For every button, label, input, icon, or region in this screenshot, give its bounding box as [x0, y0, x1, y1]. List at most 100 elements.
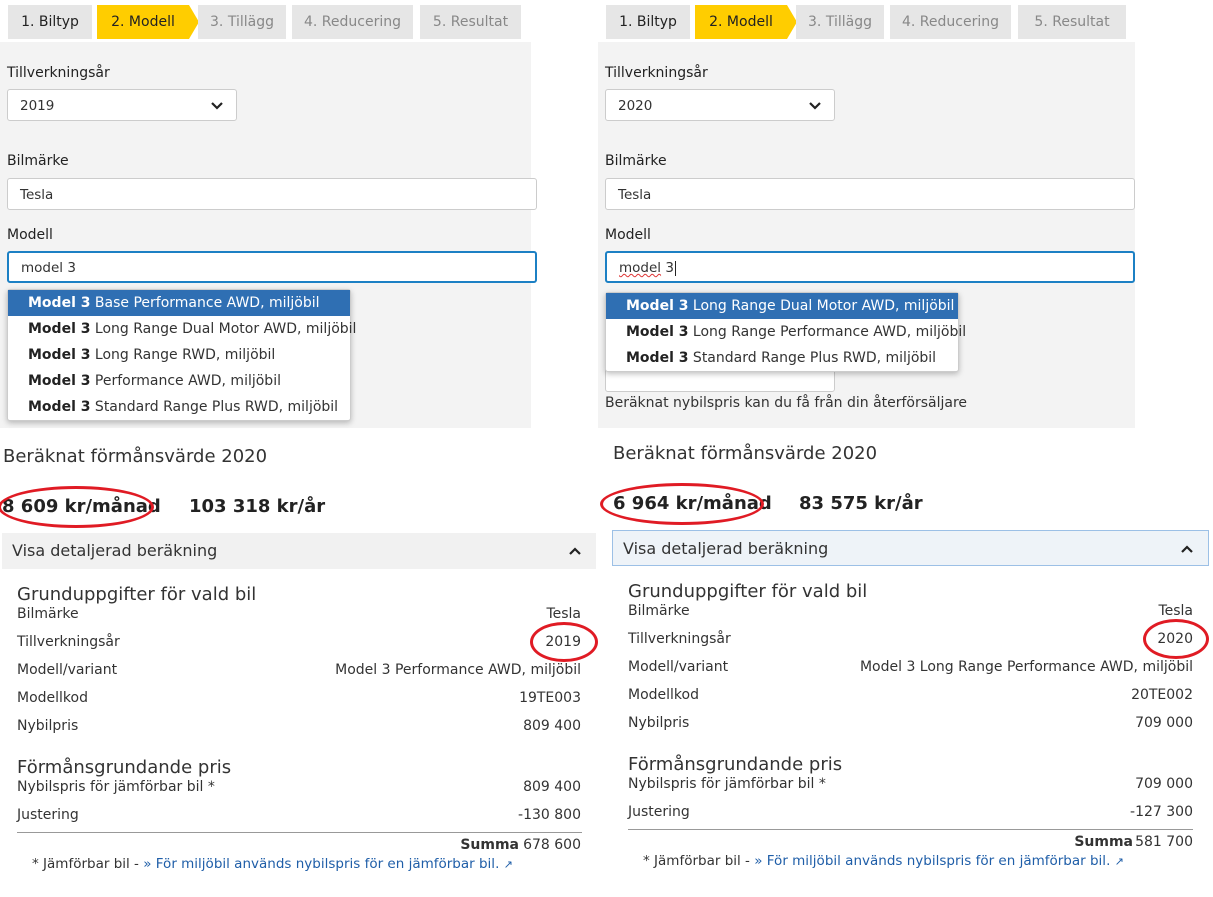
- model-label: Modell: [7, 227, 53, 243]
- row-label: Bilmärke: [628, 603, 690, 619]
- year-value: 2020: [618, 98, 653, 114]
- row-label: Modellkod: [628, 687, 699, 703]
- row-label: Justering: [17, 807, 79, 823]
- text-caret: [674, 260, 676, 276]
- row-value: 709 000: [1135, 715, 1193, 731]
- model-value-misspelled: model: [619, 260, 662, 276]
- row-value: -127 300: [1130, 804, 1193, 820]
- brand-value: Tesla: [618, 187, 652, 203]
- dropdown-option[interactable]: Model 3 Base Performance AWD, miljöbil: [8, 290, 350, 316]
- year-label: Tillverkningsår: [605, 65, 708, 81]
- result-title: Beräknat förmånsvärde 2020: [613, 443, 878, 464]
- step-resultat[interactable]: 5. Resultat: [420, 5, 521, 39]
- row-value: 709 000: [1135, 776, 1193, 792]
- row-value: 809 400: [523, 779, 581, 795]
- year-value: 2019: [20, 98, 55, 114]
- price-hint: Beräknat nybilspris kan du få från din å…: [605, 395, 968, 411]
- price-title: Förmånsgrundande pris: [628, 754, 843, 775]
- sum-value: 581 700: [1135, 834, 1193, 850]
- brand-input[interactable]: Tesla: [7, 178, 537, 210]
- dropdown-option[interactable]: Model 3 Standard Range Plus RWD, miljöbi…: [8, 394, 350, 420]
- yearly-value: 103 318 kr/år: [189, 496, 326, 517]
- row-value: -130 800: [518, 807, 581, 823]
- details-accordion[interactable]: Visa detaljerad beräkning: [612, 530, 1209, 566]
- model-value-rest: 3: [661, 260, 674, 276]
- chevron-down-icon: [808, 90, 822, 135]
- year-select[interactable]: 2020: [605, 89, 835, 121]
- step-biltyp[interactable]: 1. Biltyp: [8, 5, 92, 39]
- basic-data-title: Grunduppgifter för vald bil: [17, 584, 257, 605]
- external-link-icon: ↗: [503, 858, 513, 871]
- row-value: 809 400: [523, 718, 581, 734]
- row-value: Model 3 Long Range Performance AWD, milj…: [859, 659, 1193, 675]
- details-accordion[interactable]: Visa detaljerad beräkning: [2, 533, 596, 569]
- year-select[interactable]: 2019: [7, 89, 237, 121]
- step-resultat[interactable]: 5. Resultat: [1018, 5, 1126, 39]
- row-label: Bilmärke: [17, 606, 79, 622]
- annotation-ring: [600, 483, 764, 525]
- footnote: * Jämförbar bil - » För miljöbil används…: [32, 856, 513, 872]
- step-reducering[interactable]: 4. Reducering: [292, 5, 413, 39]
- row-value: Tesla: [1158, 603, 1193, 619]
- annotation-ring: [1143, 619, 1209, 659]
- model-dropdown: Model 3 Long Range Dual Motor AWD, miljö…: [605, 292, 966, 372]
- annotation-ring: [530, 622, 598, 662]
- dropdown-option[interactable]: Model 3 Performance AWD, miljöbil: [8, 368, 350, 394]
- step-modell[interactable]: 2. Modell: [97, 5, 199, 39]
- brand-label: Bilmärke: [605, 153, 667, 169]
- row-label: Modellkod: [17, 690, 88, 706]
- row-value: Model 3 Performance AWD, miljöbil: [335, 662, 581, 678]
- model-input[interactable]: model 3: [605, 251, 1135, 283]
- step-reducering[interactable]: 4. Reducering: [890, 5, 1011, 39]
- brand-label: Bilmärke: [7, 153, 69, 169]
- right-screenshot-panel: 1. Biltyp 2. Modell 3. Tillägg 4. Reduce…: [598, 0, 1213, 897]
- dropdown-option[interactable]: Model 3 Long Range RWD, miljöbil: [8, 342, 350, 368]
- row-label: Modell/variant: [17, 662, 118, 678]
- row-value: 19TE003: [519, 690, 581, 706]
- annotation-ring: [0, 486, 154, 528]
- row-label: Justering: [628, 804, 690, 820]
- row-label: Modell/variant: [628, 659, 729, 675]
- chevron-down-icon: [210, 90, 224, 135]
- chevron-up-icon: [1180, 531, 1194, 581]
- footnote: * Jämförbar bil - » För miljöbil används…: [643, 853, 1124, 869]
- dropdown-option[interactable]: Model 3 Long Range Dual Motor AWD, miljö…: [8, 316, 356, 342]
- step-modell[interactable]: 2. Modell: [695, 5, 797, 39]
- step-tillagg[interactable]: 3. Tillägg: [796, 5, 884, 39]
- left-screenshot-panel: 1. Biltyp 2. Modell 3. Tillägg 4. Reduce…: [0, 0, 600, 897]
- year-label: Tillverkningsår: [7, 65, 110, 81]
- accordion-label: Visa detaljerad beräkning: [623, 539, 829, 558]
- comparable-car-link[interactable]: » För miljöbil används nybilspris för en…: [143, 856, 499, 872]
- chevron-up-icon: [568, 533, 582, 583]
- dropdown-option[interactable]: Model 3 Long Range Performance AWD, milj…: [606, 319, 966, 345]
- basic-data-title: Grunduppgifter för vald bil: [628, 581, 868, 602]
- yearly-value: 83 575 kr/år: [799, 493, 923, 514]
- sum-value: 678 600: [523, 837, 581, 853]
- row-label: Nybilspris för jämförbar bil *: [17, 779, 215, 795]
- row-label: Nybilpris: [17, 718, 79, 734]
- sum-label: Summa: [1074, 834, 1133, 850]
- row-label: Nybilpris: [628, 715, 690, 731]
- dropdown-option[interactable]: Model 3 Standard Range Plus RWD, miljöbi…: [606, 345, 958, 371]
- comparable-car-link[interactable]: » För miljöbil används nybilspris för en…: [754, 853, 1110, 869]
- model-value: model 3: [21, 260, 76, 276]
- sum-divider: [17, 832, 582, 833]
- row-value: 20TE002: [1131, 687, 1193, 703]
- step-biltyp[interactable]: 1. Biltyp: [606, 5, 690, 39]
- row-label: Tillverkningsår: [17, 634, 120, 650]
- result-title: Beräknat förmånsvärde 2020: [3, 446, 268, 467]
- brand-input[interactable]: Tesla: [605, 178, 1135, 210]
- step-tillagg[interactable]: 3. Tillägg: [198, 5, 286, 39]
- brand-value: Tesla: [20, 187, 54, 203]
- sum-divider: [628, 829, 1193, 830]
- model-input[interactable]: model 3: [7, 251, 537, 283]
- model-dropdown: Model 3 Base Performance AWD, miljöbil M…: [7, 289, 356, 421]
- sum-label: Summa: [460, 837, 519, 853]
- price-title: Förmånsgrundande pris: [17, 757, 232, 778]
- footnote-prefix: * Jämförbar bil -: [32, 856, 144, 872]
- external-link-icon: ↗: [1114, 855, 1124, 868]
- footnote-prefix: * Jämförbar bil -: [643, 853, 755, 869]
- dropdown-option[interactable]: Model 3 Long Range Dual Motor AWD, miljö…: [606, 293, 958, 319]
- row-value: Tesla: [546, 606, 581, 622]
- model-label: Modell: [605, 227, 651, 243]
